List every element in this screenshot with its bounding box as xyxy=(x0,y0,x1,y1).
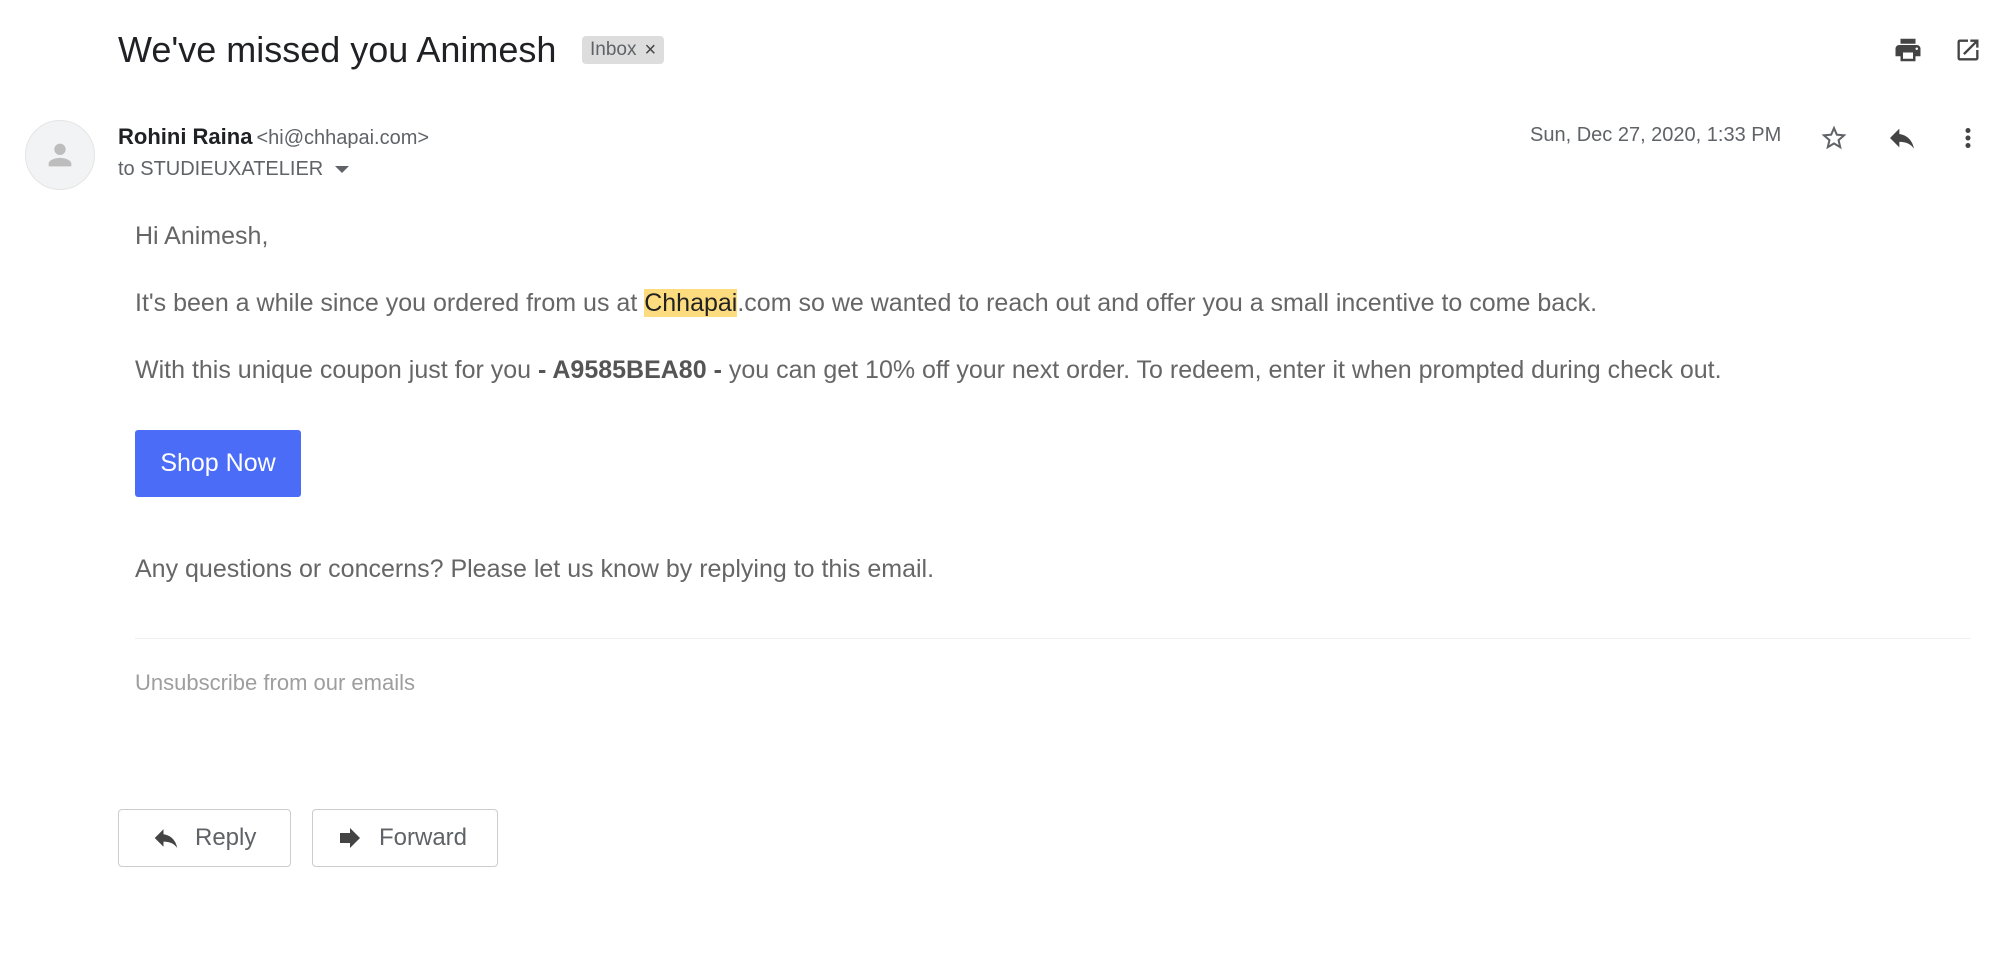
inbox-label-chip[interactable]: Inbox × xyxy=(582,36,665,64)
paragraph-coupon-end: you can get 10% off your next order. To … xyxy=(721,356,1722,384)
open-in-new-window-icon[interactable] xyxy=(1950,32,1986,68)
paragraph-incentive: It's been a while since you ordered from… xyxy=(135,289,1597,318)
paragraph-incentive-end: .com so we wanted to reach out and offer… xyxy=(737,289,1598,317)
paragraph-incentive-start: It's been a while since you ordered from… xyxy=(135,289,645,317)
more-vert-icon[interactable] xyxy=(1950,120,1986,156)
reply-icon xyxy=(154,829,178,848)
sender-avatar[interactable] xyxy=(25,120,95,190)
unsubscribe-link[interactable]: Unsubscribe from our emails xyxy=(135,670,415,696)
star-icon[interactable] xyxy=(1816,120,1852,156)
divider xyxy=(135,638,1970,639)
sender-name[interactable]: Rohini Raina xyxy=(118,124,252,149)
paragraph-coupon: With this unique coupon just for you - A… xyxy=(135,356,1722,385)
person-icon xyxy=(48,143,72,167)
show-details-caret-icon[interactable] xyxy=(335,166,350,173)
reply-button[interactable]: Reply xyxy=(118,809,291,867)
recipient-line: to STUDIEUXATELIER xyxy=(118,158,350,181)
reply-button-label: Reply xyxy=(195,824,257,851)
shop-now-button[interactable]: Shop Now xyxy=(135,430,301,497)
sender-line: Rohini Raina <hi@chhapai.com> xyxy=(118,124,429,150)
message-date: Sun, Dec 27, 2020, 1:33 PM xyxy=(1530,124,1782,146)
questions-text: Any questions or concerns? Please let us… xyxy=(135,555,935,583)
forward-icon xyxy=(340,828,360,848)
reply-icon[interactable] xyxy=(1884,120,1920,156)
print-icon[interactable] xyxy=(1890,32,1926,68)
remove-label-icon[interactable]: × xyxy=(644,39,656,62)
sender-email: <hi@chhapai.com> xyxy=(256,127,430,149)
email-subject: We've missed you Animesh xyxy=(118,29,557,70)
paragraph-coupon-start: With this unique coupon just for you xyxy=(135,356,539,384)
coupon-code: - A9585BEA80 - xyxy=(538,356,722,384)
recipient-text: to STUDIEUXATELIER xyxy=(118,158,324,180)
inbox-label-text: Inbox xyxy=(590,39,637,60)
greeting: Hi Animesh, xyxy=(135,222,269,250)
highlighted-brand: Chhapai xyxy=(644,289,738,317)
forward-button-label: Forward xyxy=(379,824,468,851)
forward-button[interactable]: Forward xyxy=(312,809,498,867)
